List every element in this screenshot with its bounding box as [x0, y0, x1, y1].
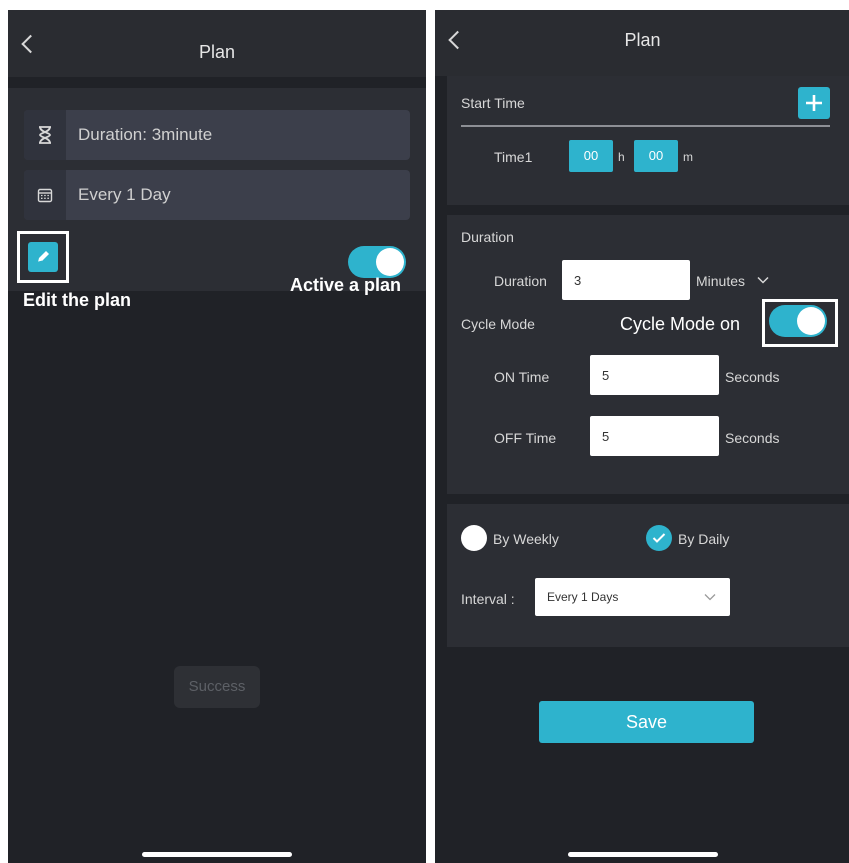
toggle-knob: [376, 248, 404, 276]
by-daily-label[interactable]: By Daily: [678, 531, 729, 547]
hour-unit: h: [618, 150, 625, 164]
duration-unit-select[interactable]: Minutes: [696, 273, 745, 289]
minute-input[interactable]: 00: [634, 140, 678, 172]
check-icon: [652, 533, 666, 543]
success-toast: Success: [174, 666, 260, 708]
pencil-icon: [37, 251, 49, 263]
off-time-unit: Seconds: [725, 430, 780, 446]
edit-plan-annotation: Edit the plan: [23, 290, 131, 310]
by-daily-radio[interactable]: [646, 525, 672, 551]
active-plan-toggle[interactable]: [348, 246, 406, 278]
on-time-label: ON Time: [494, 369, 550, 385]
plus-icon: [806, 95, 822, 111]
active-plan-annotation: Active a plan: [290, 275, 402, 295]
duration-input[interactable]: 3: [562, 260, 690, 300]
off-time-label: OFF Time: [494, 430, 557, 446]
start-time-card: Start Time Time1 00 h 00 m: [447, 76, 849, 205]
duration-field-label: Duration: [494, 273, 547, 289]
schedule-card: By Weekly By Daily Interval : Every 1 Da…: [447, 504, 849, 647]
chevron-down-icon: [704, 594, 716, 601]
duration-row: Duration: 3minute: [24, 110, 410, 160]
home-indicator: [567, 852, 718, 857]
duration-text: Duration: 3minute: [78, 125, 213, 144]
by-weekly-radio[interactable]: [461, 525, 487, 551]
chevron-down-icon[interactable]: [757, 275, 769, 285]
time1-label: Time1: [494, 149, 533, 165]
plan-card: Duration: 3minute Every 1 Day: [8, 88, 426, 291]
divider: [461, 125, 830, 127]
start-time-label: Start Time: [461, 95, 525, 111]
cycle-mode-toggle[interactable]: [769, 305, 827, 337]
left-phone-screen: Plan Duration: 3minute Every 1 Day Edit …: [8, 10, 426, 863]
on-time-unit: Seconds: [725, 369, 780, 385]
page-title: Plan: [198, 42, 236, 62]
interval-value: Every 1 Days: [547, 590, 619, 604]
on-time-input[interactable]: 5: [590, 355, 719, 395]
nav-bar: Plan: [435, 10, 849, 76]
calendar-icon: [24, 170, 66, 220]
by-weekly-label[interactable]: By Weekly: [493, 531, 559, 547]
repeat-row: Every 1 Day: [24, 170, 410, 220]
interval-select[interactable]: Every 1 Days: [535, 578, 730, 616]
save-button[interactable]: Save: [539, 701, 754, 743]
cycle-mode-label: Cycle Mode: [461, 316, 535, 332]
cycle-mode-annotation: Cycle Mode on: [620, 314, 741, 334]
edit-plan-button[interactable]: [28, 242, 58, 272]
duration-card: Duration Duration 3 Minutes Cycle Mode C…: [447, 215, 849, 494]
page-title: Plan: [624, 30, 661, 50]
hour-input[interactable]: 00: [569, 140, 613, 172]
repeat-text: Every 1 Day: [78, 185, 171, 204]
nav-bar: Plan: [8, 10, 426, 77]
add-time-button[interactable]: [798, 87, 830, 119]
home-indicator: [142, 852, 292, 857]
interval-label: Interval :: [461, 591, 515, 607]
duration-section-label: Duration: [461, 229, 514, 245]
minute-unit: m: [683, 150, 693, 164]
hourglass-icon: [24, 110, 66, 160]
right-phone-screen: Plan Start Time Time1 00 h 00 m Duration…: [435, 10, 849, 863]
toggle-knob: [797, 307, 825, 335]
off-time-input[interactable]: 5: [590, 416, 719, 456]
